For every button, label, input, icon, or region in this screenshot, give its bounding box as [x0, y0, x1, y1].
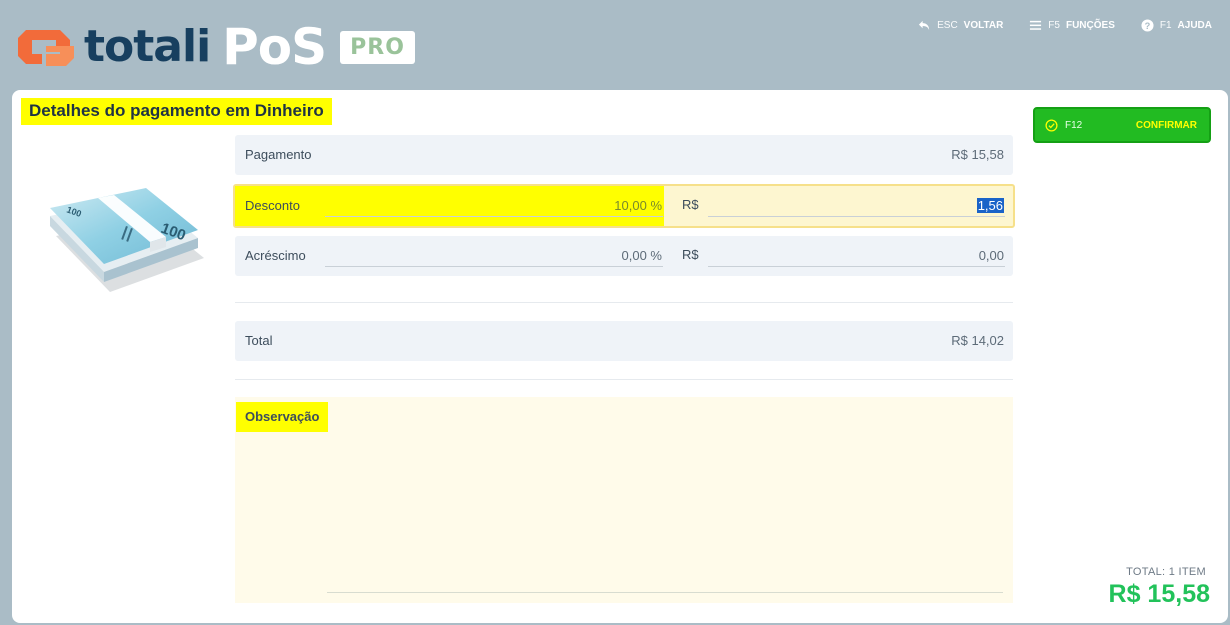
discount-row: Desconto 10,00 % R$ 1,56	[233, 184, 1015, 228]
discount-currency-label: R$	[682, 197, 699, 212]
back-key: ESC	[937, 20, 958, 31]
brand-logo-icon	[18, 30, 74, 66]
item-count: TOTAL: 1 ITEM	[1126, 566, 1206, 578]
total-label: Total	[245, 333, 273, 348]
functions-label: FUNÇÕES	[1065, 20, 1115, 31]
surcharge-amount-field[interactable]	[708, 266, 1005, 267]
grand-total: R$ 15,58	[1108, 580, 1210, 608]
confirm-key: F12	[1065, 119, 1083, 131]
surcharge-currency-label: R$	[682, 247, 699, 262]
payment-label: Pagamento	[245, 147, 312, 162]
app-logo: totali PoS PRO	[16, 22, 415, 72]
total-row: Total R$ 14,02	[235, 321, 1013, 361]
discount-amount-value: 1,56	[976, 198, 1004, 213]
top-navigation: ESC VOLTAR F5 FUNÇÕES ? F1 AJUDA	[918, 19, 1212, 32]
discount-label: Desconto	[245, 198, 300, 213]
back-arrow-icon	[919, 20, 930, 31]
payment-row: Pagamento R$ 15,58	[235, 135, 1013, 175]
help-label: AJUDA	[1177, 20, 1212, 31]
surcharge-amount-value: 0,00	[978, 248, 1004, 263]
surcharge-label: Acréscimo	[245, 248, 306, 263]
menu-icon	[1030, 20, 1042, 30]
surcharge-row: Acréscimo 0,00 % R$ 0,00	[235, 236, 1013, 276]
divider	[235, 302, 1013, 303]
discount-percent-field[interactable]	[325, 216, 663, 217]
edition-badge: PRO	[340, 30, 415, 64]
page-title: Detalhes do pagamento em Dinheiro	[21, 98, 332, 125]
cash-bundle-icon: 100 100	[50, 188, 204, 292]
help-button[interactable]: ? F1 AJUDA	[1141, 19, 1212, 32]
back-button[interactable]: ESC VOLTAR	[918, 19, 1003, 32]
help-key: F1	[1159, 20, 1172, 31]
surcharge-percent-field[interactable]	[325, 266, 663, 267]
help-icon: ?	[1141, 19, 1154, 32]
functions-button[interactable]: F5 FUNÇÕES	[1029, 19, 1115, 32]
observation-label: Observação	[236, 402, 329, 432]
total-value: R$ 14,02	[951, 333, 1004, 348]
confirm-button[interactable]: F12 CONFIRMAR	[1033, 107, 1211, 143]
surcharge-percent-value: 0,00 %	[621, 248, 662, 263]
back-label: VOLTAR	[963, 20, 1004, 31]
check-circle-icon	[1045, 118, 1058, 132]
discount-percent-value: 10,00 %	[614, 198, 662, 213]
product-name: PoS	[222, 18, 327, 76]
discount-amount-line	[708, 216, 1005, 217]
brand-name: totali	[84, 21, 211, 72]
discount-amount-input[interactable]: 1,56	[976, 198, 1004, 213]
svg-text:?: ?	[1145, 21, 1151, 31]
functions-key: F5	[1048, 20, 1060, 31]
payment-panel: Detalhes do pagamento em Dinheiro 100 10…	[12, 90, 1228, 623]
observation-section: Observação	[235, 397, 1013, 603]
observation-input[interactable]	[327, 403, 1003, 593]
payment-value: R$ 15,58	[951, 147, 1004, 162]
confirm-label: CONFIRMAR	[1135, 119, 1197, 131]
divider	[235, 379, 1013, 380]
